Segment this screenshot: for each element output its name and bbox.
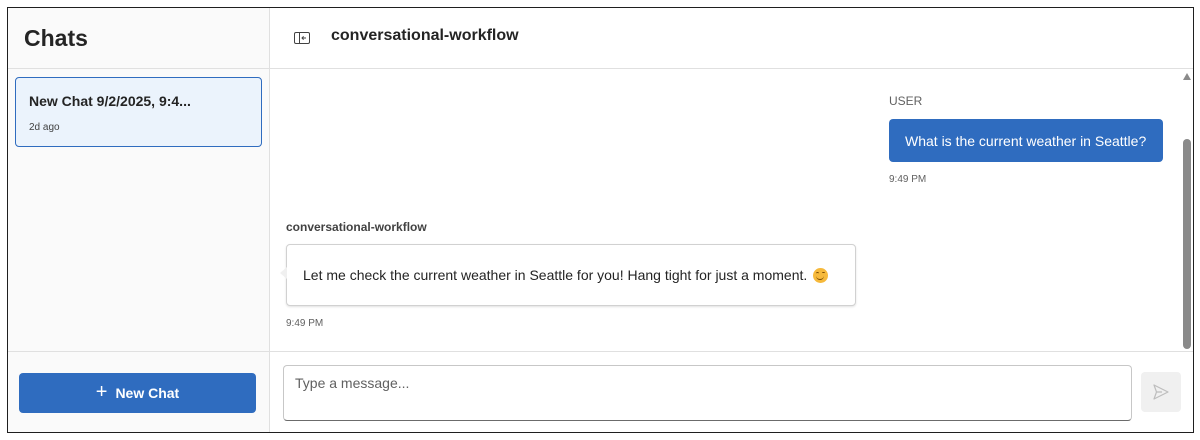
bubble-pointer (280, 267, 287, 279)
composer (270, 351, 1193, 432)
bot-message-bubble: Let me check the current weather in Seat… (280, 244, 856, 306)
panel-collapse-icon[interactable] (292, 28, 312, 48)
app-window: Chats New Chat 9/2/2025, 9:4... 2d ago +… (7, 7, 1194, 433)
user-message-bubble: What is the current weather in Seattle? (889, 119, 1163, 162)
message-scrollbar[interactable] (1180, 69, 1193, 351)
user-message-sender: USER (889, 94, 923, 108)
bot-message-text: Let me check the current weather in Seat… (303, 267, 808, 283)
send-icon (1153, 384, 1169, 400)
chat-item-time: 2d ago (29, 122, 60, 133)
bot-message-sender: conversational-workflow (286, 220, 427, 234)
scroll-up-arrow-icon[interactable] (1183, 73, 1191, 80)
message-list: USER What is the current weather in Seat… (270, 69, 1193, 351)
chat-item-title: New Chat 9/2/2025, 9:4... (29, 93, 191, 109)
user-message-time: 9:49 PM (889, 174, 927, 185)
new-chat-label: New Chat (115, 385, 180, 401)
sidebar-footer: + New Chat (8, 351, 269, 432)
message-input[interactable] (283, 365, 1132, 421)
chat-header: conversational-workflow (270, 8, 1193, 69)
sidebar-title: Chats (24, 25, 88, 51)
plus-icon: + (95, 381, 108, 403)
chat-list-item[interactable]: New Chat 9/2/2025, 9:4... 2d ago (15, 77, 262, 147)
chat-title: conversational-workflow (331, 27, 519, 44)
user-message-text: What is the current weather in Seattle? (905, 132, 1147, 149)
send-button[interactable] (1141, 372, 1181, 412)
bot-message-time: 9:49 PM (286, 318, 324, 329)
sidebar-header: Chats (8, 8, 269, 69)
scroll-thumb[interactable] (1183, 139, 1191, 349)
smiling-face-icon (813, 267, 829, 283)
new-chat-button[interactable]: + New Chat (19, 373, 256, 413)
chat-main: conversational-workflow USER What is the… (270, 8, 1193, 432)
sidebar: Chats New Chat 9/2/2025, 9:4... 2d ago +… (8, 8, 270, 432)
